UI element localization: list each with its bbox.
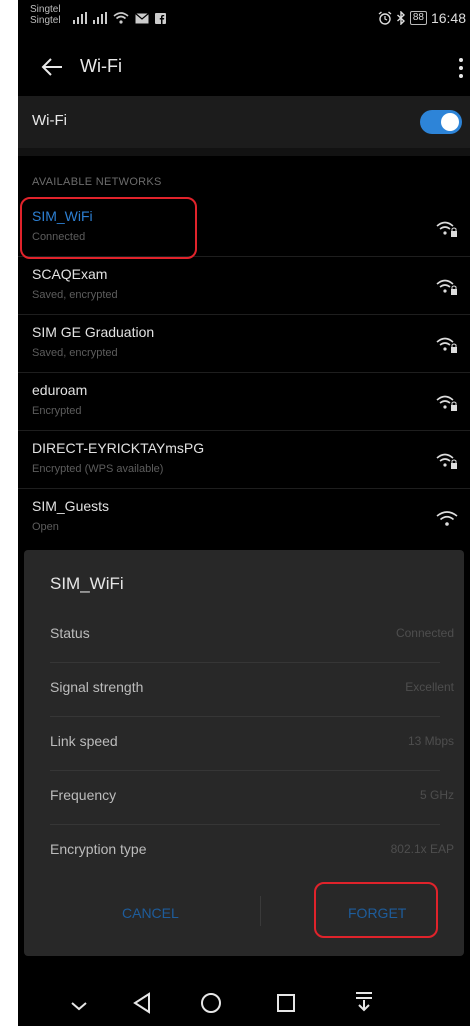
network-item[interactable]: SIM GE Graduation Saved, encrypted — [18, 316, 470, 372]
back-arrow-icon[interactable] — [38, 53, 66, 81]
detail-key: Frequency — [50, 787, 117, 803]
connected-network-highlight — [20, 197, 197, 259]
network-name: SIM_Guests — [32, 498, 110, 514]
network-item[interactable]: SCAQExam Saved, encrypted — [18, 258, 470, 314]
wifi-toggle-row[interactable]: Wi-Fi — [18, 96, 470, 148]
bluetooth-icon — [396, 11, 405, 25]
divider — [18, 430, 470, 431]
wifi-switch[interactable] — [420, 110, 462, 134]
chevron-down-icon[interactable] — [70, 1000, 88, 1012]
detail-value: Excellent — [405, 680, 454, 694]
detail-row-encryption: Encryption type 802.1x EAP — [50, 824, 454, 878]
detail-key: Encryption type — [50, 841, 147, 857]
divider — [18, 314, 470, 315]
divider — [18, 488, 470, 489]
network-name: SIM GE Graduation — [32, 324, 155, 340]
signal-icon — [93, 12, 107, 24]
status-right: 88 16:48 — [378, 10, 466, 26]
forget-highlight — [314, 882, 438, 938]
network-name: DIRECT-EYRICKTAYmsPG — [32, 440, 205, 456]
detail-value: 13 Mbps — [407, 734, 454, 748]
wifi-toggle-label: Wi-Fi — [32, 112, 67, 129]
detail-key: Link speed — [50, 733, 118, 749]
home-circle-icon[interactable] — [200, 992, 222, 1014]
battery-icon: 88 — [409, 11, 427, 25]
network-item[interactable]: eduroam Encrypted — [18, 374, 470, 430]
network-item[interactable]: SIM_Guests Open — [18, 490, 470, 546]
available-networks-header: AVAILABLE NETWORKS — [32, 176, 162, 188]
back-triangle-icon[interactable] — [132, 992, 152, 1014]
network-name: SCAQExam — [32, 266, 108, 282]
switch-knob — [441, 113, 459, 131]
detail-row-link-speed: Link speed 13 Mbps — [50, 716, 454, 771]
network-details-dialog: SIM_WiFi Status Connected Signal strengt… — [24, 550, 464, 956]
mail-icon — [135, 12, 149, 23]
detail-row-frequency: Frequency 5 GHz — [50, 770, 454, 825]
detail-row-signal: Signal strength Excellent — [50, 662, 454, 717]
more-options-icon[interactable] — [456, 56, 466, 80]
facebook-icon — [155, 12, 166, 24]
detail-value: 802.1x EAP — [390, 842, 454, 856]
network-status: Encrypted (WPS available) — [32, 463, 164, 475]
signal-icon — [73, 12, 87, 24]
wifi-icon — [436, 511, 458, 526]
clock: 16:48 — [430, 10, 466, 26]
dialog-title: SIM_WiFi — [50, 574, 124, 593]
wifi-lock-icon — [436, 395, 457, 411]
carrier-line-1: Singtel — [30, 4, 61, 15]
network-item[interactable]: DIRECT-EYRICKTAYmsPG Encrypted (WPS avai… — [18, 432, 470, 488]
alarm-icon — [378, 11, 392, 25]
network-name: eduroam — [32, 382, 88, 398]
button-separator — [260, 896, 261, 926]
section-gap — [18, 148, 470, 156]
detail-key: Status — [50, 625, 90, 641]
network-status: Saved, encrypted — [32, 289, 118, 301]
detail-row-status: Status Connected — [50, 608, 454, 663]
phone-screen: Singtel Singtel 88 16:48 Wi-Fi Wi-Fi AVA… — [18, 0, 470, 1026]
network-status: Encrypted — [32, 405, 82, 417]
carrier-label: Singtel Singtel — [30, 4, 61, 26]
notification-pulldown-icon[interactable] — [354, 990, 374, 1012]
page-title: Wi-Fi — [80, 56, 122, 76]
status-left-icons — [73, 12, 166, 24]
network-status: Saved, encrypted — [32, 347, 118, 359]
navigation-bar — [18, 992, 470, 1026]
detail-key: Signal strength — [50, 679, 144, 695]
wifi-lock-icon — [436, 279, 457, 295]
network-status: Open — [32, 521, 59, 533]
detail-value: Connected — [395, 626, 454, 640]
wifi-lock-icon — [436, 221, 457, 237]
divider — [18, 372, 470, 373]
cancel-button[interactable]: CANCEL — [122, 905, 179, 921]
recents-square-icon[interactable] — [276, 993, 296, 1013]
wifi-lock-icon — [436, 453, 457, 469]
status-bar: Singtel Singtel 88 16:48 — [18, 0, 470, 40]
carrier-line-2: Singtel — [30, 15, 61, 26]
wifi-lock-icon — [436, 337, 457, 353]
wifi-status-icon — [113, 12, 129, 24]
toolbar: Wi-Fi — [18, 40, 470, 94]
detail-value: 5 GHz — [419, 788, 454, 802]
